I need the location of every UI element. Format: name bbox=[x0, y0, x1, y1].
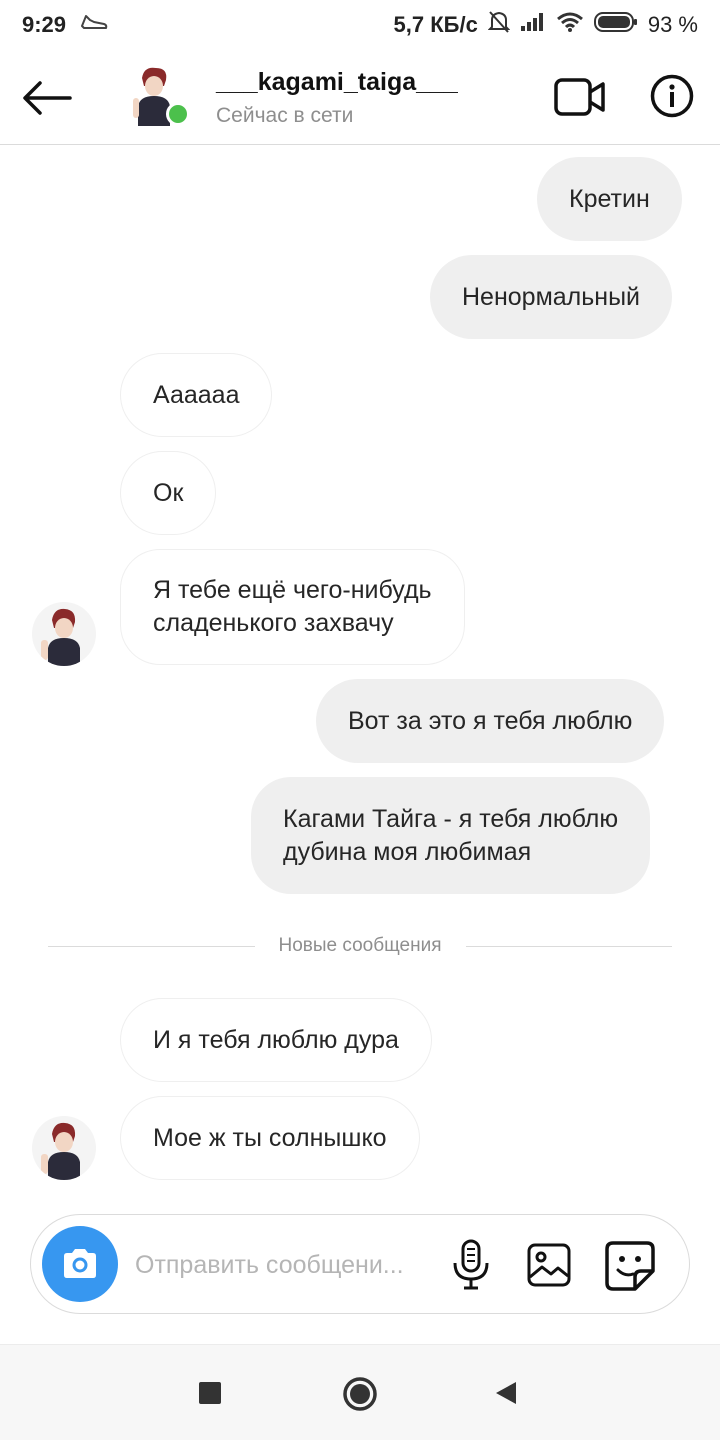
avatar-image bbox=[41, 608, 80, 666]
voice-message-button[interactable] bbox=[451, 1239, 491, 1291]
home-button[interactable] bbox=[342, 1376, 378, 1412]
message-text: Ок bbox=[153, 478, 184, 507]
info-button[interactable] bbox=[650, 74, 694, 118]
camera-button[interactable] bbox=[42, 1226, 118, 1302]
divider-line bbox=[465, 945, 672, 947]
message-bubble-incoming[interactable]: Аааааа bbox=[120, 353, 273, 437]
shoe-icon bbox=[80, 12, 108, 38]
message-bubble-outgoing[interactable]: Вот за это я тебя люблю bbox=[316, 679, 665, 763]
system-nav-bar bbox=[0, 1344, 720, 1440]
message-text-line: Я тебе ещё чего-нибудь bbox=[153, 576, 432, 604]
triangle-back-icon bbox=[496, 1382, 516, 1404]
network-speed: 5,7 КБ/с bbox=[393, 12, 478, 37]
video-call-button[interactable] bbox=[554, 76, 606, 118]
message-bubble-outgoing[interactable]: Кретин bbox=[537, 157, 682, 241]
message-text: Вот за это я тебя люблю bbox=[348, 706, 633, 735]
message-text: И я тебя люблю дура bbox=[153, 1025, 399, 1054]
message-text: Аааааа bbox=[153, 380, 240, 409]
image-icon bbox=[527, 1243, 571, 1287]
sender-avatar[interactable] bbox=[32, 602, 96, 666]
message-bubble-incoming[interactable]: И я тебя люблю дура bbox=[120, 998, 432, 1082]
chat-username[interactable]: ___kagami_taiga___ bbox=[216, 68, 458, 97]
camera-icon bbox=[64, 1249, 96, 1278]
message-text-line: Кагами Тайга - я тебя люблю bbox=[283, 804, 619, 833]
wifi-icon bbox=[556, 11, 584, 39]
sender-avatar[interactable] bbox=[32, 1116, 96, 1180]
message-text-line: сладенького захвачу bbox=[153, 609, 394, 637]
new-messages-divider: Новые сообщения bbox=[48, 932, 672, 960]
status-time: 9:29 bbox=[22, 12, 67, 37]
arrow-left-icon bbox=[23, 81, 72, 115]
divider-label: Новые сообщения bbox=[278, 935, 442, 956]
message-bubble-incoming[interactable]: Мое ж ты солнышко bbox=[120, 1096, 420, 1180]
avatar[interactable] bbox=[130, 66, 190, 126]
gallery-button[interactable] bbox=[527, 1243, 571, 1287]
avatar-image bbox=[41, 1122, 80, 1180]
chat-header: ___kagami_taiga___ Сейчас в сети bbox=[0, 50, 720, 145]
recents-button[interactable] bbox=[199, 1382, 221, 1404]
message-bubble-incoming[interactable]: Ок bbox=[120, 451, 217, 535]
battery-level: 93 % bbox=[647, 12, 698, 37]
online-status: Сейчас в сети bbox=[216, 104, 354, 127]
nav-back-button[interactable] bbox=[494, 1380, 518, 1406]
sticker-button[interactable] bbox=[605, 1241, 655, 1291]
message-bubble-outgoing[interactable]: Ненормальный bbox=[430, 255, 673, 339]
sticker-icon bbox=[605, 1241, 655, 1291]
back-button[interactable] bbox=[22, 78, 72, 118]
message-text-line: дубина моя любимая bbox=[283, 837, 532, 866]
message-bubble-outgoing[interactable]: Кагами Тайга - я тебя люблю дубина моя л… bbox=[251, 777, 651, 894]
message-input[interactable] bbox=[135, 1245, 435, 1285]
signal-icon bbox=[520, 12, 546, 38]
message-text: Мое ж ты солнышко bbox=[153, 1123, 387, 1152]
online-indicator bbox=[166, 102, 190, 126]
message-text: Ненормальный bbox=[462, 282, 641, 311]
microphone-icon bbox=[453, 1239, 489, 1290]
info-icon bbox=[650, 74, 694, 118]
video-camera-icon bbox=[554, 78, 605, 116]
divider-line bbox=[48, 945, 255, 947]
bell-off-icon bbox=[487, 10, 511, 40]
home-circle-icon bbox=[343, 1377, 377, 1411]
battery-icon bbox=[593, 11, 638, 39]
message-text: Кретин bbox=[569, 184, 650, 213]
message-composer bbox=[30, 1214, 690, 1314]
message-bubble-incoming[interactable]: Я тебе ещё чего-нибудь сладенького захва… bbox=[120, 549, 465, 665]
status-bar: 9:29 5,7 КБ/с 93 % bbox=[0, 0, 720, 50]
